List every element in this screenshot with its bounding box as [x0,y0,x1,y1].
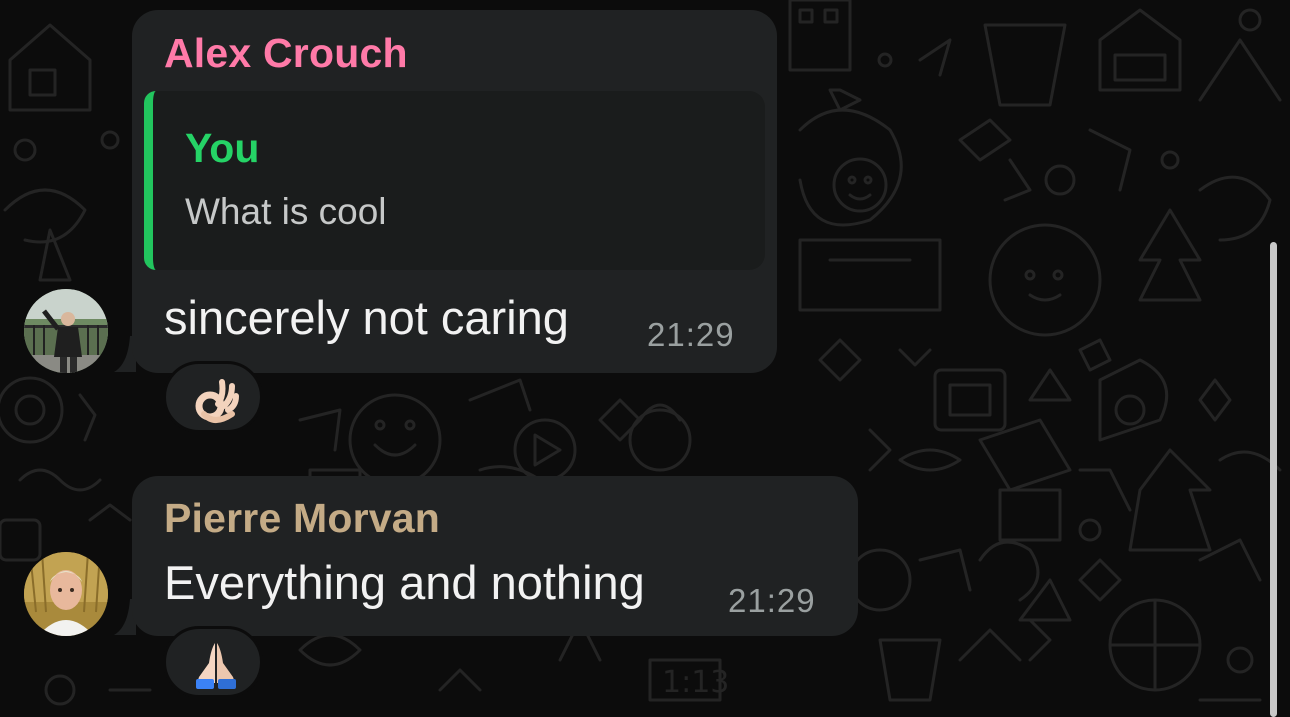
ok-hand-emoji-icon [195,379,239,423]
reply-quote-author: You [185,125,260,171]
person-photo-avatar-icon [24,552,108,636]
avatar[interactable] [24,552,108,636]
reaction-badge[interactable] [163,626,263,698]
folded-hands-emoji-icon [196,643,236,689]
message-text: sincerely not caring [164,291,569,344]
reaction-badge[interactable] [163,361,263,433]
avatar[interactable] [24,289,108,373]
person-photo-avatar-icon [24,289,108,373]
reply-quote[interactable]: You What is cool [144,91,765,270]
svg-text:1:13: 1:13 [662,665,729,700]
message-timestamp: 21:29 [728,582,816,619]
chat-view: 1:13 Alex Crouch You What is cool sincer… [0,0,1290,717]
message-text: Everything and nothing [164,556,645,609]
message-bubble[interactable]: Alex Crouch You What is cool sincerely n… [132,10,777,373]
message-timestamp: 21:29 [647,316,735,353]
message-bubble[interactable]: Pierre Morvan Everything and nothing 21:… [132,476,858,636]
sender-name[interactable]: Alex Crouch [164,30,408,77]
reply-quote-text: What is cool [185,191,387,232]
sender-name[interactable]: Pierre Morvan [164,495,440,542]
scrollbar[interactable] [1270,242,1277,717]
